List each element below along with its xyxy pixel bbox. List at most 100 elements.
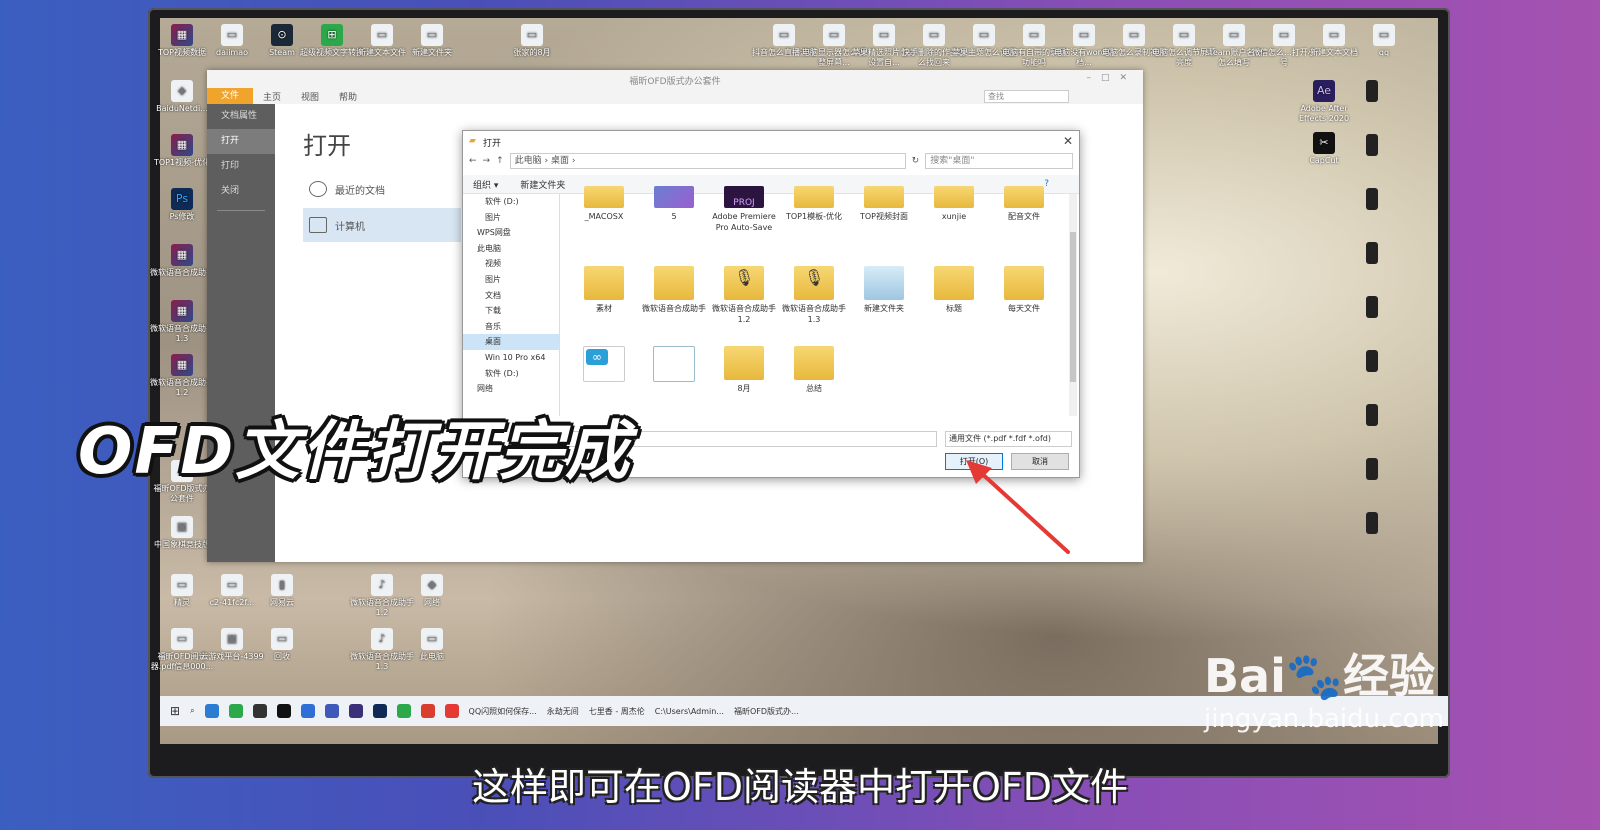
tree-item[interactable]: 图片: [463, 210, 559, 226]
taskbar-app-icon[interactable]: [204, 704, 219, 718]
file-grid-scrollbar[interactable]: [1069, 194, 1077, 416]
desktop-icon-top[interactable]: ▭ 张家的8月: [500, 24, 564, 58]
search-icon[interactable]: ⌕: [190, 706, 194, 716]
menu-home[interactable]: 主页: [253, 90, 291, 103]
desktop-icon-bottom[interactable]: ▭ 此电脑: [400, 628, 464, 662]
tree-item[interactable]: WPS网盘: [463, 225, 559, 241]
file-item[interactable]: 每天文件: [991, 266, 1057, 314]
desktop-icon-left[interactable]: ▦ 微软语音合成助手1.2: [150, 354, 214, 398]
up-arrow-icon[interactable]: ↑: [496, 156, 504, 166]
file-item[interactable]: [641, 346, 707, 385]
back-arrow-icon[interactable]: ←: [469, 156, 477, 166]
file-type-select[interactable]: 通用文件 (*.pdf *.fdf *.ofd): [945, 431, 1072, 447]
watermark-url: jingyan.baidu.com: [1204, 704, 1444, 734]
window-controls[interactable]: –□✕: [1086, 73, 1137, 83]
file-item[interactable]: 总结: [781, 346, 847, 394]
file-item[interactable]: 8月: [711, 346, 777, 394]
taskbar-app-icon[interactable]: [372, 704, 387, 718]
desktop-icon-label: 微软语音合成助手: [150, 268, 214, 277]
tree-item[interactable]: 下载: [463, 303, 559, 319]
nav-print[interactable]: 打印: [207, 154, 275, 179]
phone-screenshot-icon[interactable]: [1340, 134, 1404, 158]
file-item[interactable]: 素材: [571, 266, 637, 314]
phone-screenshot-icon[interactable]: [1340, 296, 1404, 320]
tree-item[interactable]: 音乐: [463, 319, 559, 335]
phone-screenshot-icon[interactable]: [1340, 404, 1404, 428]
tree-item[interactable]: 图片: [463, 272, 559, 288]
start-icon[interactable]: ⊞: [170, 704, 180, 718]
desktop-icon-left[interactable]: ◈ BaiduNetdi...: [150, 80, 214, 114]
taskbar-app-icon[interactable]: [252, 704, 267, 718]
desktop-icon-bottom[interactable]: ◆ 网络: [400, 574, 464, 608]
menu-help[interactable]: 帮助: [329, 90, 367, 103]
phone-screenshot-icon[interactable]: [1340, 458, 1404, 482]
taskbar-app-icon[interactable]: [420, 704, 435, 718]
taskbar-app-icon[interactable]: [324, 704, 339, 718]
file-item[interactable]: TOP视频封面: [851, 186, 917, 222]
nav-close[interactable]: 关闭: [207, 179, 275, 204]
tree-item[interactable]: 网络: [463, 381, 559, 397]
new-folder-button[interactable]: 新建文件夹: [520, 178, 565, 191]
taskbar-window-button[interactable]: C:\Users\Admin...: [655, 707, 724, 716]
taskbar-app-icon[interactable]: [300, 704, 315, 718]
desktop-icon-bottom[interactable]: ▮ 网易云: [250, 574, 314, 608]
refresh-icon[interactable]: ↻: [912, 156, 920, 166]
taskbar-app-icon[interactable]: [396, 704, 411, 718]
file-item[interactable]: 配音文件: [991, 186, 1057, 222]
file-item[interactable]: 新建文件夹: [851, 266, 917, 314]
file-item[interactable]: 微软语音合成助手1.2: [711, 266, 777, 325]
file-item[interactable]: PROJ Adobe Premiere Pro Auto-Save: [711, 186, 777, 233]
phone-screenshot-icon[interactable]: [1340, 350, 1404, 374]
taskbar-app-icon[interactable]: [444, 704, 459, 718]
file-item[interactable]: 标题: [921, 266, 987, 314]
desktop-icon-left[interactable]: Ps Ps修改: [150, 188, 214, 222]
app-search-input[interactable]: 查找: [984, 90, 1069, 103]
file-item[interactable]: 微软语音合成助手1.3: [781, 266, 847, 325]
option-computer[interactable]: 计算机: [303, 208, 461, 242]
desktop-icon-bottom[interactable]: ▭ 回收: [250, 628, 314, 662]
tree-item[interactable]: 视频: [463, 256, 559, 272]
desktop-icon-left[interactable]: ▦ 微软语音合成助手1.3: [150, 300, 214, 344]
option-recent-docs[interactable]: 最近的文档: [303, 172, 461, 206]
organize-button[interactable]: 组织 ▾: [473, 178, 498, 191]
dialog-search-input[interactable]: 搜索"桌面": [925, 153, 1073, 169]
tree-item[interactable]: 文档: [463, 288, 559, 304]
address-bar[interactable]: 此电脑 › 桌面 ›: [509, 153, 906, 169]
nav-doc-properties[interactable]: 文档属性: [207, 104, 275, 129]
forward-arrow-icon[interactable]: →: [483, 156, 491, 166]
taskbar-app-icon[interactable]: [228, 704, 243, 718]
menu-file[interactable]: 文件: [207, 88, 254, 104]
file-item[interactable]: TOP1模板-优化: [781, 186, 847, 222]
desktop-icon-left[interactable]: ▣ 中国象棋竞技版: [150, 516, 214, 550]
phone-screenshot-icon[interactable]: [1340, 80, 1404, 104]
nav-open[interactable]: 打开: [207, 129, 275, 154]
taskbar-app-icon[interactable]: [276, 704, 291, 718]
file-item[interactable]: 微软语音合成助手: [641, 266, 707, 314]
taskbar-window-button[interactable]: 福昕OFD版式办...: [734, 706, 799, 717]
file-item[interactable]: xunjie: [921, 186, 987, 222]
tree-item[interactable]: 软件 (D:): [463, 194, 559, 210]
taskbar-window-button[interactable]: 永劫无间: [547, 706, 579, 717]
menu-view[interactable]: 视图: [291, 90, 329, 103]
tree-item[interactable]: 软件 (D:): [463, 366, 559, 382]
phone-screenshot-icon[interactable]: [1340, 188, 1404, 212]
desktop-icon-left[interactable]: ▦ TOP1视频-优化: [150, 134, 214, 168]
file-item[interactable]: [571, 346, 637, 385]
tree-item[interactable]: Win 10 Pro x64: [463, 350, 559, 366]
tree-item[interactable]: 桌面: [463, 334, 559, 350]
file-item[interactable]: 5: [641, 186, 707, 222]
tree-item[interactable]: 此电脑: [463, 241, 559, 257]
close-icon[interactable]: ✕: [1063, 134, 1073, 148]
phone-screenshot-icon[interactable]: [1340, 512, 1404, 536]
scrollbar-thumb[interactable]: [1070, 232, 1076, 382]
desktop-icon-bottom-icon: ▭: [221, 574, 243, 596]
file-item[interactable]: _MACOSX: [571, 186, 637, 222]
desktop-icon-left[interactable]: ▦ 微软语音合成助手: [150, 244, 214, 278]
phone-screenshot-icon[interactable]: [1340, 242, 1404, 266]
taskbar-window-button[interactable]: 七里香 - 周杰伦: [589, 706, 645, 717]
app-title: 福昕OFD版式办公套件: [629, 77, 721, 87]
desktop-icon-top[interactable]: ▭ 新建文件夹: [400, 24, 464, 58]
taskbar-window-button[interactable]: QQ闪照如何保存...: [469, 706, 537, 717]
taskbar-app-icon[interactable]: [348, 704, 363, 718]
desktop-icon-top[interactable]: ▭ qq: [1352, 24, 1416, 58]
